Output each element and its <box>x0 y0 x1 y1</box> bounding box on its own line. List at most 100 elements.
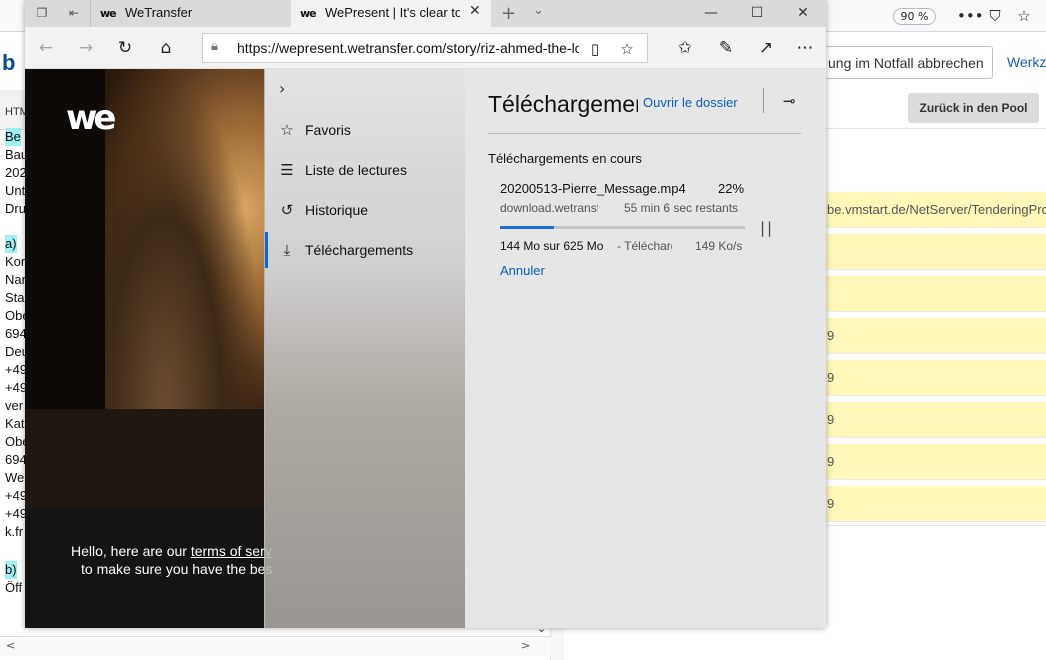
lock-icon: 🔒︎ <box>211 39 218 54</box>
tab-bar: ❐ ⇤ we WeTransfer we WePresent | It's cl… <box>25 0 826 27</box>
background-input-fragment[interactable]: ung im Notfall abbrechen <box>826 46 993 79</box>
close-window-button[interactable]: ✕ <box>780 0 826 27</box>
table-row[interactable]: 9 <box>826 360 1046 396</box>
more-menu-icon[interactable]: ••• <box>957 6 984 26</box>
pool-return-button[interactable]: Zurück in den Pool <box>908 93 1039 123</box>
cookie-banner: Hello, here are our terms of serv to mak… <box>25 509 272 628</box>
add-favorite-star-icon[interactable]: ☆ <box>617 39 637 59</box>
background-text-line: Kat <box>5 416 25 431</box>
background-text-line: 694 <box>5 326 27 341</box>
open-folder-link[interactable]: Ouvrir le dossier <box>643 95 738 110</box>
url-text[interactable]: https://wepresent.wetransfer.com/story/r… <box>237 40 579 56</box>
hub-item-téléchargements[interactable]: ⤓ Téléchargements <box>265 230 466 270</box>
share-icon[interactable]: ↗ <box>754 36 778 60</box>
favorites-hub-icon[interactable]: ✩ <box>673 36 697 60</box>
background-heading-fragment: b <box>2 50 16 75</box>
background-left-content: b HTM Be Bau 202 Unt Dru a) Kor Nar Stac Obe 694 De… <box>0 32 31 660</box>
background-text-line: 694 <box>5 452 27 467</box>
table-row[interactable]: be.vmstart.de/NetServer/TenderingPro <box>826 192 1046 228</box>
table-row[interactable]: 9 <box>826 318 1046 354</box>
background-text-line: a) <box>5 235 17 253</box>
hub-navigation-pane: › ☆ Favoris ☰ Liste de lectures ↺ Historique ⤓… <box>264 69 465 628</box>
table-row[interactable] <box>826 234 1046 270</box>
background-text-line: +49 <box>5 506 28 521</box>
background-text-line: Kor <box>5 254 26 269</box>
home-icon[interactable]: ⌂ <box>154 36 178 60</box>
download-time-remaining: 55 min 6 sec restants <box>624 201 739 215</box>
section-heading: Téléchargements en cours <box>488 151 642 166</box>
table-row[interactable]: 9 <box>826 402 1046 438</box>
background-text-line: Be <box>5 128 21 146</box>
set-aside-tabs-icon[interactable]: ⇤ <box>65 4 83 22</box>
scroll-right-icon[interactable]: > <box>521 639 530 652</box>
hub-item-favoris[interactable]: ☆ Favoris <box>265 110 466 150</box>
background-text-line: Nar <box>5 272 26 287</box>
background-horizontal-scrollbar[interactable]: < > <box>0 636 551 656</box>
reading-list-icon: ☰ <box>280 161 294 179</box>
download-progress-fill <box>500 226 554 229</box>
forward-arrow-icon[interactable]: → <box>74 36 98 60</box>
download-size: 144 Mo sur 625 Mo <box>500 239 604 253</box>
downloads-icon: ⤓ <box>283 241 291 259</box>
background-text-line: +49 <box>5 362 28 377</box>
background-text-line: Öff <box>5 580 23 595</box>
hub-item-historique[interactable]: ↺ Historique <box>265 190 466 230</box>
pin-icon[interactable]: ⊸ <box>783 92 796 110</box>
background-right-content: ung im Notfall abbrechen Werkz Zurück in… <box>826 32 1046 660</box>
download-filename[interactable]: 20200513-Pierre_Message.mp4 <box>500 181 686 196</box>
downloads-title: Téléchargements <box>488 91 638 117</box>
edge-browser-window: ❐ ⇤ we WeTransfer we WePresent | It's cl… <box>25 0 826 628</box>
refresh-icon[interactable]: ↻ <box>113 36 137 60</box>
background-text-line: Unt <box>5 183 26 198</box>
chevron-right-icon[interactable]: › <box>279 79 285 98</box>
reading-view-icon[interactable]: ▯ <box>585 39 605 59</box>
hub-item-label: Favoris <box>305 122 351 138</box>
tab-preview-icon[interactable]: ❐ <box>33 4 51 22</box>
close-tab-icon[interactable]: ✕ <box>469 3 481 19</box>
pen-notes-icon[interactable]: ✎ <box>714 36 738 60</box>
chevron-down-icon[interactable]: ⌄ <box>533 3 544 18</box>
bookmark-star-icon[interactable]: ☆ <box>1014 6 1034 26</box>
scroll-left-icon[interactable]: < <box>6 639 15 652</box>
tab-wetransfer[interactable]: we WeTransfer <box>90 0 290 27</box>
download-percent: 22% <box>718 181 745 196</box>
background-text-line: +49 <box>5 380 28 395</box>
tab-title: WePresent | It's clear to <box>325 5 460 20</box>
hero-dark-strip <box>25 409 265 509</box>
background-text-line: Dru <box>5 201 26 216</box>
cookie-text-prefix: Hello, here are our <box>71 543 191 559</box>
favorites-icon: ☆ <box>280 121 294 139</box>
downloads-pane: Téléchargements Ouvrir le dossier ⊸ Télé… <box>465 69 826 628</box>
background-text-line: We <box>5 470 25 485</box>
new-tab-icon[interactable]: + <box>501 3 516 24</box>
zoom-level-badge[interactable]: 90 % <box>893 8 936 25</box>
more-menu-icon[interactable]: ⋯ <box>793 36 817 60</box>
pause-icon[interactable]: || <box>760 219 774 237</box>
background-link-fragment[interactable]: Werkz <box>1007 54 1046 70</box>
cookie-text-line1: Hello, here are our terms of serv <box>71 541 291 561</box>
tab-wepresent[interactable]: we WePresent | It's clear to ✕ <box>291 0 491 27</box>
back-arrow-icon[interactable]: ← <box>34 36 58 60</box>
background-text-line: k.fr <box>5 524 24 539</box>
wetransfer-favicon-icon: we <box>100 7 117 20</box>
table-row[interactable]: 9 <box>826 444 1046 480</box>
pocket-icon[interactable]: ⛉ <box>985 6 1005 26</box>
maximize-button[interactable]: ☐ <box>734 0 780 27</box>
hub-item-label: Liste de lectures <box>305 162 407 178</box>
divider <box>488 133 801 134</box>
wetransfer-logo[interactable]: we <box>66 98 117 138</box>
background-text-line: ver <box>5 398 24 413</box>
download-progress-bar <box>500 226 745 229</box>
address-bar[interactable]: 🔒︎ https://wepresent.wetransfer.com/stor… <box>202 33 648 63</box>
cancel-download-link[interactable]: Annuler <box>500 263 545 278</box>
hub-item-liste-de-lectures[interactable]: ☰ Liste de lectures <box>265 150 466 190</box>
divider <box>763 88 764 113</box>
terms-of-service-link[interactable]: terms of serv <box>191 543 272 559</box>
hero-photo <box>105 69 265 410</box>
table-row[interactable]: 9 <box>826 486 1046 522</box>
download-speed: 149 Ko/s <box>695 239 743 253</box>
minimize-button[interactable]: — <box>688 0 734 27</box>
divider <box>826 525 1046 526</box>
tab-title: WeTransfer <box>125 5 193 20</box>
table-row[interactable] <box>826 276 1046 312</box>
